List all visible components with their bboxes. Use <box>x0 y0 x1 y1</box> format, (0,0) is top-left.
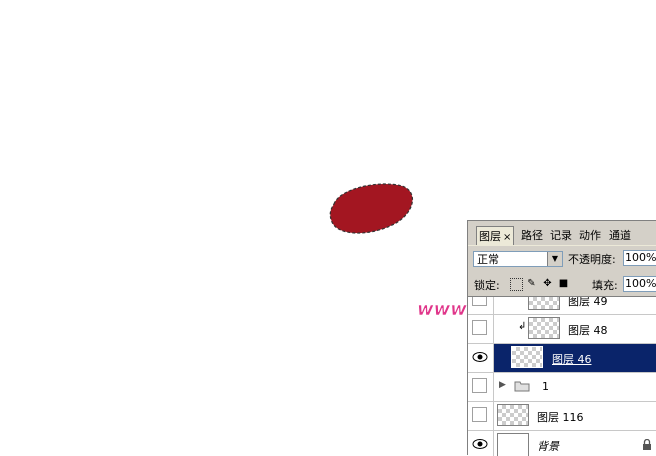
close-icon[interactable]: × <box>503 232 511 243</box>
lock-brush-icon[interactable]: ✎ <box>526 278 537 289</box>
blend-row: 正常 ▼ 不透明度: 100% <box>468 245 656 271</box>
visibility-toggle[interactable] <box>472 378 487 393</box>
lock-all-icon[interactable]: ■ <box>558 278 569 289</box>
expand-triangle-icon[interactable]: ▶ <box>499 380 506 390</box>
layer-group-row[interactable]: ▶ 1 <box>468 373 656 402</box>
lock-row: 锁定: ✎ ✥ ■ 填充: 100% <box>468 271 656 296</box>
visibility-column <box>468 297 494 314</box>
layer-row[interactable]: ↲ 图层 48 <box>468 315 656 344</box>
layer-name: 图层 49 <box>568 296 608 308</box>
tab-paths[interactable]: 路径 <box>519 227 545 244</box>
visibility-column <box>468 373 494 401</box>
layer-thumbnail <box>528 317 560 339</box>
eye-icon[interactable] <box>472 438 488 450</box>
layer-name: 背景 <box>537 440 559 453</box>
layer-name: 图层 46 <box>552 353 592 366</box>
tab-channels[interactable]: 通道 <box>607 227 633 244</box>
layer-thumbnail <box>511 346 543 368</box>
opacity-label: 不透明度: <box>568 253 616 266</box>
visibility-column <box>468 344 494 372</box>
layer-row-background[interactable]: 背景 <box>468 431 656 456</box>
eye-icon[interactable] <box>472 351 488 363</box>
layers-list: 图层 49 ↲ 图层 48 图层 46 ▶ 1 图层 116 背景 <box>468 296 656 456</box>
lock-transparent-icon[interactable] <box>510 278 523 291</box>
tab-layers-label: 图层 <box>479 230 501 243</box>
lock-label: 锁定: <box>474 279 500 292</box>
tab-layers[interactable]: 图层 × <box>476 226 515 246</box>
layers-panel: 图层 × 路径 记录 动作 通道 正常 ▼ 不透明度: 100% 锁定: ✎ ✥ … <box>467 220 656 456</box>
lock-icon <box>643 439 651 450</box>
tab-actions[interactable]: 动作 <box>577 227 603 244</box>
panel-tabs: 图层 × 路径 记录 动作 通道 <box>468 221 656 246</box>
layer-thumbnail <box>497 404 529 426</box>
fill-label: 填充: <box>592 279 618 292</box>
blend-mode-value: 正常 <box>477 253 499 266</box>
layer-row[interactable]: 图层 116 <box>468 402 656 431</box>
opacity-input[interactable]: 100% <box>623 250 656 266</box>
tab-history[interactable]: 记录 <box>548 227 574 244</box>
layer-name: 图层 116 <box>537 411 584 424</box>
visibility-column <box>468 431 494 456</box>
clipping-arrow-icon: ↲ <box>518 321 527 332</box>
visibility-column <box>468 402 494 430</box>
visibility-column <box>468 315 494 343</box>
visibility-toggle[interactable] <box>472 407 487 422</box>
blend-mode-select[interactable]: 正常 ▼ <box>473 251 563 267</box>
lock-move-icon[interactable]: ✥ <box>542 278 553 289</box>
group-name: 1 <box>542 380 549 393</box>
layer-row[interactable]: 图层 49 <box>468 296 656 315</box>
fill-input[interactable]: 100% <box>623 276 656 292</box>
layer-name: 图层 48 <box>568 324 608 337</box>
layer-thumbnail <box>497 433 529 456</box>
layer-row-selected[interactable]: 图层 46 <box>468 344 656 373</box>
visibility-toggle[interactable] <box>472 320 487 335</box>
layer-thumbnail <box>528 297 560 310</box>
visibility-toggle[interactable] <box>472 297 487 306</box>
chevron-down-icon[interactable]: ▼ <box>547 252 562 266</box>
selected-shape <box>329 183 413 234</box>
folder-icon <box>514 381 530 392</box>
